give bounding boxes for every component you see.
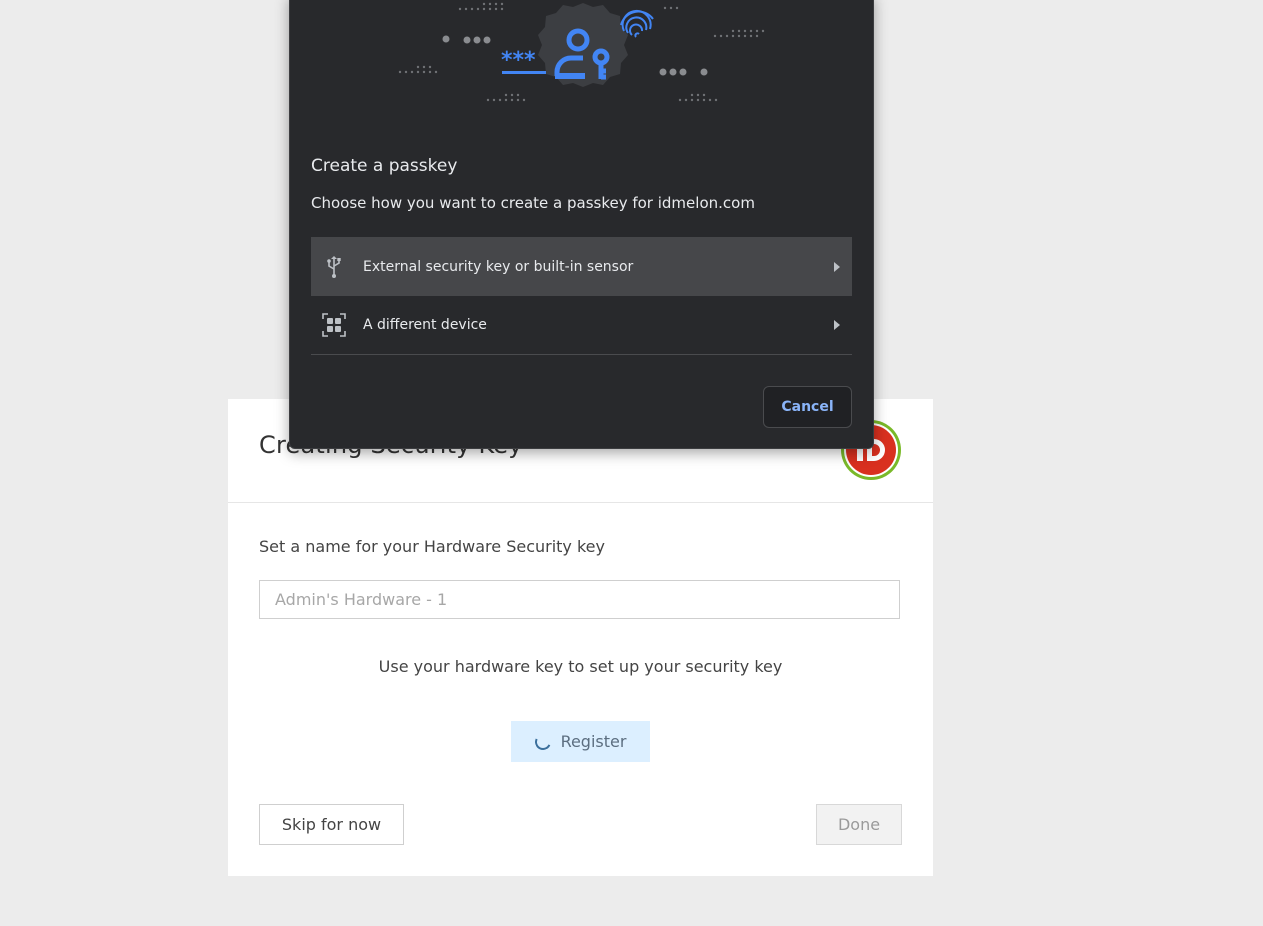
qr-code-icon — [321, 312, 347, 338]
register-button-label: Register — [560, 732, 627, 751]
dialog-subtitle: Choose how you want to create a passkey … — [311, 194, 755, 212]
chevron-right-icon — [834, 320, 840, 330]
option-label: A different device — [363, 317, 487, 333]
security-key-name-input[interactable] — [259, 580, 900, 619]
create-passkey-dialog: *** Create a passkey Choose how you want… — [289, 0, 874, 449]
option-external-security-key[interactable]: External security key or built-in sensor — [311, 237, 852, 296]
chevron-right-icon — [834, 261, 840, 272]
svg-text:***: *** — [501, 48, 536, 73]
passkey-illustration-icon: *** — [398, 2, 765, 102]
hardware-key-hint: Use your hardware key to set up your sec… — [378, 657, 783, 676]
loading-spinner-icon — [532, 731, 553, 752]
create-security-key-card: Creating Security Key Set a name for you… — [228, 399, 933, 876]
usb-icon — [321, 254, 347, 280]
skip-for-now-button[interactable]: Skip for now — [259, 804, 404, 845]
done-button[interactable]: Done — [816, 804, 902, 845]
name-field-label: Set a name for your Hardware Security ke… — [259, 537, 605, 556]
cancel-button[interactable]: Cancel — [763, 386, 852, 428]
option-different-device[interactable]: A different device — [311, 296, 852, 355]
option-label: External security key or built-in sensor — [363, 258, 634, 275]
dialog-title: Create a passkey — [311, 156, 458, 176]
register-button[interactable]: Register — [511, 721, 650, 762]
